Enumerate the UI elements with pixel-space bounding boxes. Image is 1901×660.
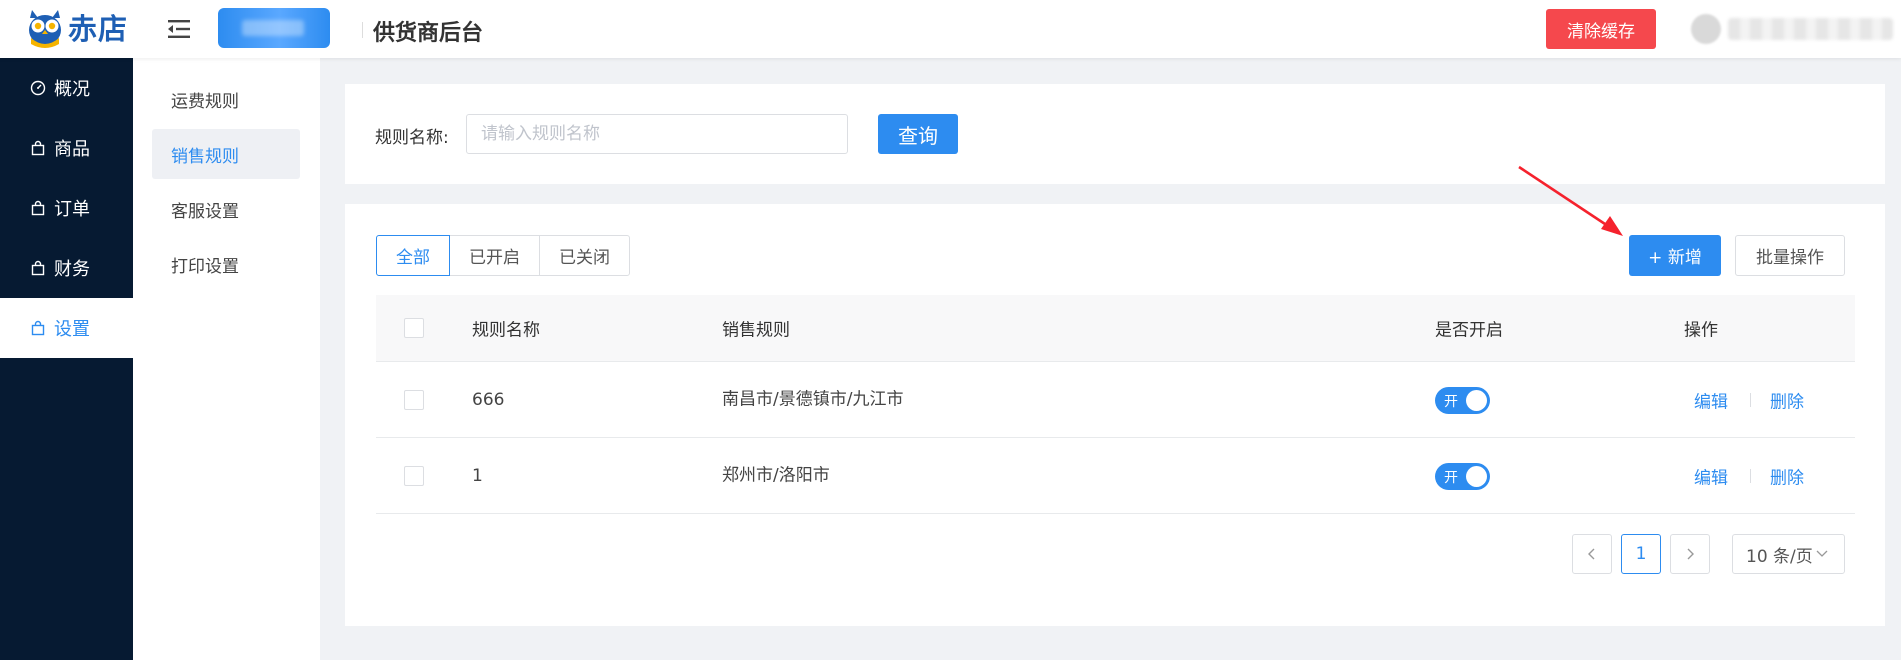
tab-disabled[interactable]: 已关闭: [539, 235, 630, 276]
header-divider: [362, 22, 363, 38]
page-size-select[interactable]: 10 条/页: [1732, 534, 1845, 574]
rule-name-cell: 666: [472, 389, 505, 410]
tab-all[interactable]: 全部: [376, 235, 450, 276]
sidebar-item-label: 财务: [54, 259, 90, 280]
sidebar-item-label: 概况: [54, 79, 90, 100]
top-header: 赤店 供货商后台 清除缓存: [0, 0, 1901, 58]
select-all-checkbox[interactable]: [404, 318, 424, 338]
logo[interactable]: 赤店: [26, 6, 128, 48]
sidebar-item-orders[interactable]: 订单: [0, 178, 133, 238]
owl-logo-icon: [29, 10, 61, 48]
bag-icon: [31, 140, 45, 156]
sidebar-item-label: 订单: [54, 199, 90, 220]
chevron-right-icon: [1687, 548, 1694, 560]
row-checkbox[interactable]: [404, 465, 424, 486]
chevron-left-icon: [1588, 548, 1595, 560]
subnav-item-sales-rules[interactable]: 销售规则: [152, 129, 300, 179]
table-header: 规则名称 销售规则 是否开启 操作: [376, 295, 1855, 362]
sidebar-item-finance[interactable]: 财务: [0, 238, 133, 298]
user-name[interactable]: [1728, 18, 1893, 40]
edit-link[interactable]: 编辑: [1694, 463, 1728, 488]
annotation-arrow-icon: [1518, 165, 1623, 236]
bag-icon: [31, 260, 45, 276]
enabled-toggle[interactable]: 开: [1435, 386, 1490, 414]
status-filter-tabs: 全部 已开启 已关闭: [376, 235, 630, 276]
table-row: 666 南昌市/景德镇市/九江市 开 编辑 删除: [376, 362, 1855, 438]
rule-name-cell: 1: [472, 465, 483, 486]
rule-name-label: 规则名称:: [375, 128, 449, 148]
rules-table-panel: 全部 已开启 已关闭 + 新增 批量操作 规则名称 销售规则 是否开启 操作 6…: [345, 204, 1885, 626]
page-number-button[interactable]: 1: [1621, 534, 1661, 574]
toggle-knob: [1466, 465, 1487, 487]
toggle-label: 开: [1444, 469, 1458, 486]
subnav-item-shipping-rules[interactable]: 运费规则: [152, 74, 300, 124]
bag-icon: [31, 200, 45, 216]
menu-collapse-icon[interactable]: [166, 16, 192, 42]
search-panel: 规则名称: 查询: [345, 84, 1885, 184]
page-size-value: 10 条/页: [1746, 546, 1813, 567]
settings-subnav: 运费规则 销售规则 客服设置 打印设置: [133, 58, 320, 660]
delete-link[interactable]: 删除: [1770, 387, 1804, 412]
column-header-enabled: 是否开启: [1435, 320, 1503, 341]
sales-rule-cell: 南昌市/景德镇市/九江市: [722, 389, 904, 409]
action-divider: [1750, 468, 1751, 483]
rules-table: 规则名称 销售规则 是否开启 操作 666 南昌市/景德镇市/九江市 开 编辑 …: [376, 295, 1855, 514]
avatar[interactable]: [1691, 14, 1721, 44]
add-rule-button[interactable]: + 新增: [1629, 235, 1721, 276]
sales-rule-cell: 郑州市/洛阳市: [722, 465, 830, 485]
delete-link[interactable]: 删除: [1770, 463, 1804, 488]
sidebar-item-products[interactable]: 商品: [0, 118, 133, 178]
table-row: 1 郑州市/洛阳市 开 编辑 删除: [376, 438, 1855, 514]
subnav-item-customer-service[interactable]: 客服设置: [152, 184, 300, 234]
logo-text: 赤店: [68, 12, 129, 46]
chevron-down-icon: [1816, 550, 1828, 557]
previous-page-button[interactable]: [1572, 534, 1612, 574]
next-page-button[interactable]: [1670, 534, 1710, 574]
rule-name-input[interactable]: [466, 114, 848, 154]
sidebar-item-settings[interactable]: 设置: [0, 298, 133, 358]
clear-cache-button[interactable]: 清除缓存: [1546, 9, 1656, 49]
sidebar: 概况 商品 订单 财务 设置: [0, 58, 133, 660]
column-header-sales-rule: 销售规则: [722, 320, 790, 341]
bag-icon: [31, 320, 45, 336]
sidebar-item-label: 设置: [54, 319, 90, 340]
store-selector[interactable]: [218, 8, 330, 48]
column-header-actions: 操作: [1684, 320, 1718, 341]
sidebar-item-label: 商品: [54, 139, 90, 160]
sidebar-item-overview[interactable]: 概况: [0, 58, 133, 118]
tab-enabled[interactable]: 已开启: [449, 235, 540, 276]
edit-link[interactable]: 编辑: [1694, 387, 1728, 412]
column-header-rule-name: 规则名称: [472, 320, 540, 341]
page-title: 供货商后台: [373, 21, 484, 46]
action-divider: [1750, 392, 1751, 407]
subnav-item-print-settings[interactable]: 打印设置: [152, 239, 300, 289]
toggle-knob: [1466, 389, 1487, 411]
row-checkbox[interactable]: [404, 389, 424, 410]
batch-operation-button[interactable]: 批量操作: [1735, 235, 1845, 276]
enabled-toggle[interactable]: 开: [1435, 462, 1490, 490]
toggle-label: 开: [1444, 393, 1458, 410]
query-button[interactable]: 查询: [878, 114, 958, 154]
dashboard-icon: [30, 80, 46, 96]
